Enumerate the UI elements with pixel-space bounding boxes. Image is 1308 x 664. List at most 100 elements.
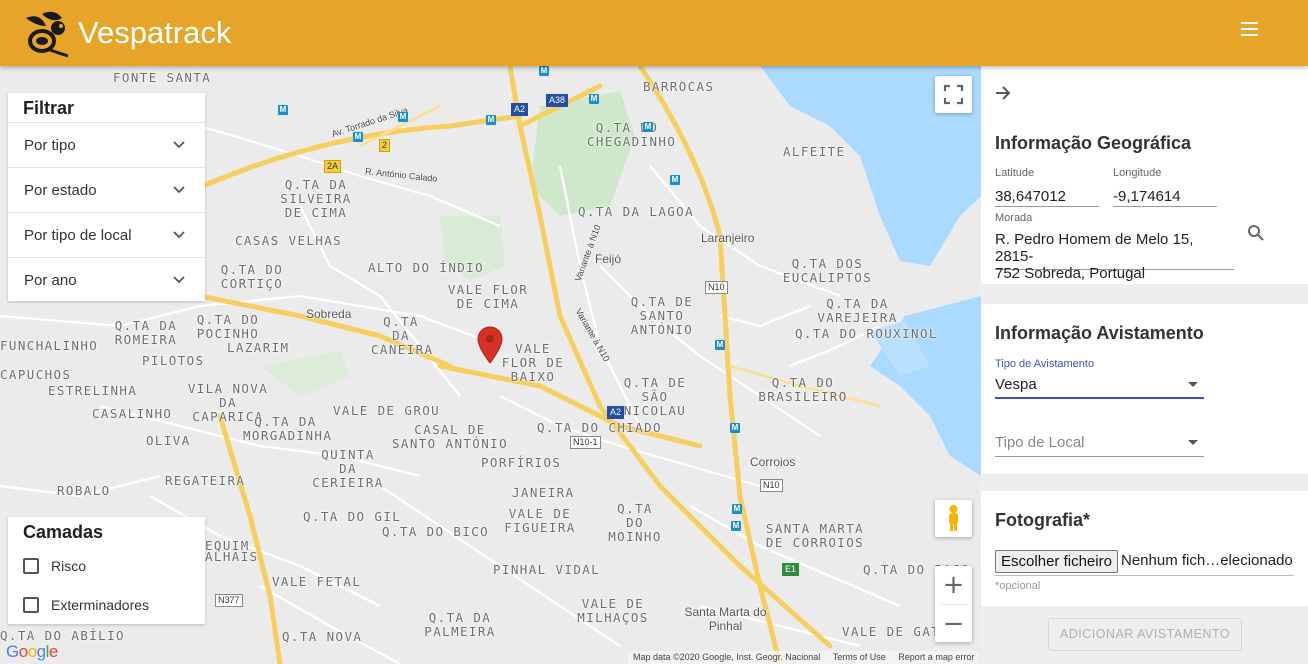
map-label: Q.TA NOVA: [282, 629, 363, 644]
checkbox[interactable]: [23, 558, 39, 574]
road-shield: 2A: [324, 160, 342, 173]
menu-icon[interactable]: [1236, 18, 1262, 42]
chevron-down-icon: [173, 276, 185, 284]
zoom-out-button[interactable]: −: [935, 605, 972, 643]
map-label: ESTRELINHA: [48, 383, 138, 398]
road-shield: N10-1: [570, 436, 601, 449]
map-label: Q.TA DO CHIADO: [537, 420, 662, 435]
geo-section-title: Informação Geográfica: [995, 133, 1192, 153]
filter-by-state[interactable]: Por estado: [8, 167, 205, 212]
longitude-label: Longitude: [1113, 167, 1162, 179]
map-data-credit: Map data ©2020 Google, Inst. Geogr. Naci…: [633, 652, 821, 662]
road-shield: E1: [782, 563, 800, 576]
metro-icon: M: [353, 132, 363, 142]
road-shield: N377: [215, 594, 243, 607]
map-label: Q.TA DO ABÍLIO: [0, 628, 125, 643]
app-title: Vespatrack: [78, 15, 232, 50]
filter-label: Por estado: [24, 182, 97, 199]
sighting-type-select[interactable]: Vespa: [995, 370, 1204, 399]
road-shield: N10: [760, 479, 783, 492]
map-label: VALE DE GROU: [333, 403, 441, 418]
map-label: ALHAIS: [205, 549, 259, 564]
address-line: 752 Sobreda, Portugal: [995, 265, 1146, 282]
map-label: Q.TA DA PALMEIRA: [424, 610, 496, 639]
map-label: VALE FLOR DE CIMA: [447, 282, 529, 311]
metro-icon: M: [715, 340, 725, 350]
map-label: Q.TA DA MORGADINHA: [243, 414, 333, 443]
map-label: Feijó: [595, 252, 622, 266]
report-error-link[interactable]: Report a map error: [898, 652, 974, 662]
fullscreen-button[interactable]: [935, 76, 972, 113]
map-label: Q.TA DO BRASILEIRO: [758, 375, 848, 404]
layers-panel: Camadas Risco Exterminadores: [8, 517, 205, 624]
map-label: REGATEIRA: [165, 473, 246, 488]
road-shield: 2: [379, 139, 391, 152]
filter-by-type[interactable]: Por tipo: [8, 122, 205, 167]
local-type-placeholder: Tipo de Local: [995, 434, 1085, 451]
address-field[interactable]: R. Pedro Homem de Melo 15, 2815- 752 Sob…: [995, 231, 1234, 282]
map-label: PILOTOS: [142, 353, 205, 368]
road-shield: A2: [511, 103, 529, 116]
filter-by-local-type[interactable]: Por tipo de local: [8, 212, 205, 257]
arrow-right-icon[interactable]: [993, 83, 1013, 103]
local-type-select[interactable]: Tipo de Local: [995, 428, 1204, 457]
filter-title: Filtrar: [23, 98, 75, 118]
map-label: VALE DE FIGUEIRA: [504, 506, 576, 535]
sighting-info-card: Informação Avistamento Tipo de Avistamen…: [981, 304, 1308, 474]
road-shield: A38: [546, 94, 569, 107]
map-label: Q.TA DO POCINHO: [196, 312, 260, 341]
longitude-field[interactable]: -9,174614: [1113, 187, 1217, 207]
map-label: Q.TA DA SILVEIRA DE CIMA: [280, 177, 352, 220]
map-label: Q.TA DO CHEGADINHO: [587, 120, 677, 149]
choose-file-button[interactable]: Escolher ficheiro: [995, 550, 1118, 573]
street-view-button[interactable]: [935, 500, 972, 537]
filter-label: Por tipo de local: [24, 227, 132, 244]
metro-icon: M: [398, 112, 408, 122]
map-label: Q.TA DA CANEIRA: [371, 314, 434, 357]
metro-icon: M: [670, 175, 680, 185]
dropdown-caret-icon: [1188, 440, 1198, 445]
filter-label: Por tipo: [24, 137, 76, 154]
map-label: VALE FLOR DE BAIXO: [501, 341, 565, 384]
metro-icon: M: [589, 94, 599, 104]
file-name-text: Nenhum fich…elecionado: [1121, 552, 1293, 569]
map-label: Sobreda: [306, 307, 352, 321]
map-label: VALE FETAL: [272, 574, 362, 589]
map-label: Q.TA DA VAREJEIRA: [817, 296, 898, 325]
zoom-in-button[interactable]: +: [935, 566, 972, 604]
fullscreen-icon: [943, 84, 964, 105]
sighting-side-panel: Informação Geográfica Latitude 38,647012…: [981, 66, 1308, 664]
map-label: Corroios: [750, 455, 796, 469]
add-sighting-button[interactable]: ADICIONAR AVISTAMENTO: [1048, 618, 1242, 651]
map-label: ROBALO: [57, 483, 111, 498]
map-label: ALFEITE: [783, 144, 846, 159]
map-label: BARROCAS: [643, 79, 715, 94]
search-icon[interactable]: [1246, 223, 1266, 243]
map-label: CAPUCHOS: [0, 367, 72, 382]
metro-icon: M: [486, 115, 496, 125]
map-label: FUNCHALINHO: [0, 338, 99, 353]
layer-label: Exterminadores: [51, 597, 150, 613]
latitude-field[interactable]: 38,647012: [995, 187, 1099, 207]
sighting-type-label: Tipo de Avistamento: [995, 358, 1095, 370]
metro-icon: M: [731, 521, 741, 531]
location-marker-icon[interactable]: [477, 326, 503, 364]
zoom-control: + −: [935, 566, 972, 642]
map-label: Q.TA DO ROUXINOL: [795, 326, 938, 341]
map-label: Q.TA DO CORTIÇO: [220, 262, 284, 291]
road-shield: N10: [705, 281, 728, 294]
map-label: VALE DE MILHAÇOS: [577, 596, 649, 625]
metro-icon: M: [643, 122, 653, 132]
checkbox[interactable]: [23, 597, 39, 613]
map-label: JANEIRA: [512, 485, 575, 500]
sighting-type-value: Vespa: [995, 376, 1037, 393]
chevron-down-icon: [173, 186, 185, 194]
chevron-down-icon: [173, 231, 185, 239]
map-label: Q.TA DO GIL: [303, 509, 402, 524]
map-label: QUINTA DA CERIEIRA: [312, 447, 384, 490]
map-label: OLIVA: [146, 433, 191, 448]
filter-label: Por ano: [24, 272, 77, 289]
filter-by-year[interactable]: Por ano: [8, 257, 205, 302]
terms-link[interactable]: Terms of Use: [833, 652, 886, 662]
metro-icon: M: [732, 504, 742, 514]
